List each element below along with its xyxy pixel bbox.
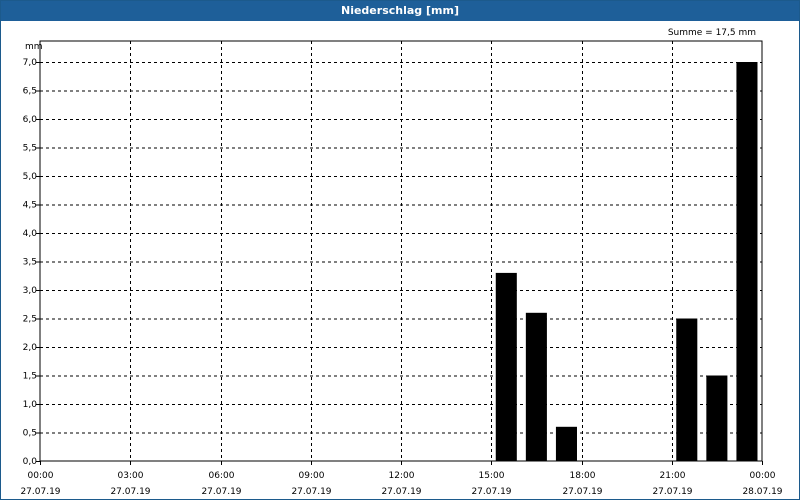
x-tick-time-label: 03:00 [118,471,144,481]
y-tick-label: 6,0 [23,115,38,125]
precipitation-bar [706,375,728,461]
y-tick-label: 4,5 [23,201,37,211]
y-tick-label: 7,0 [23,58,38,68]
y-tick-label: 1,0 [23,400,38,410]
x-tick-time-label: 09:00 [299,471,325,481]
x-tick-time-label: 00:00 [750,471,776,481]
y-unit-label: mm [25,42,43,52]
y-tick-label: 5,0 [23,172,38,182]
x-tick-date-label: 28.07.19 [742,487,782,497]
precipitation-bar [525,312,547,461]
chart-window: Niederschlag [mm] 0,0 0,5 1,0 1,5 2,0 2,5 3,0 3… [0,0,800,500]
y-tick-label: 2,5 [23,315,37,325]
y-tick-label: 6,5 [23,87,37,97]
y-tick-label: 1,5 [23,372,37,382]
x-tick-date-label: 27.07.19 [652,487,692,497]
x-tick-date-label: 27.07.19 [562,487,602,497]
summary-text: Summe = 17,5 mm [668,28,756,38]
precipitation-chart: 0,0 0,5 1,0 1,5 2,0 2,5 3,0 3,5 4,0 4,5 5,0 5,5 6,0 6… [20,28,782,497]
precipitation-bar [555,426,577,461]
y-tick-label: 0,0 [23,457,38,467]
x-tick-date-label: 27.07.19 [110,487,150,497]
x-tick-time-label: 21:00 [660,471,686,481]
x-tick-time-label: 15:00 [479,471,505,481]
y-tick-label: 0,5 [23,429,37,439]
x-tick-date-label: 27.07.19 [471,487,511,497]
x-tick-time-label: 12:00 [389,471,415,481]
y-tick-label: 3,0 [23,286,38,296]
precipitation-bar [736,62,758,461]
x-tick-date-label: 27.07.19 [201,487,241,497]
y-tick-label: 5,5 [23,144,37,154]
x-tick-time-label: 00:00 [28,471,54,481]
x-tick-time-label: 06:00 [209,471,235,481]
x-tick-date-label: 27.07.19 [291,487,331,497]
x-tick-date-label: 27.07.19 [20,487,60,497]
y-tick-label: 4,0 [23,229,38,239]
precipitation-bar [495,272,517,461]
x-tick-time-label: 18:00 [570,471,596,481]
precipitation-bar [676,318,698,461]
y-tick-label: 3,5 [23,258,37,268]
x-tick-date-label: 27.07.19 [381,487,421,497]
y-tick-label: 2,0 [23,343,38,353]
